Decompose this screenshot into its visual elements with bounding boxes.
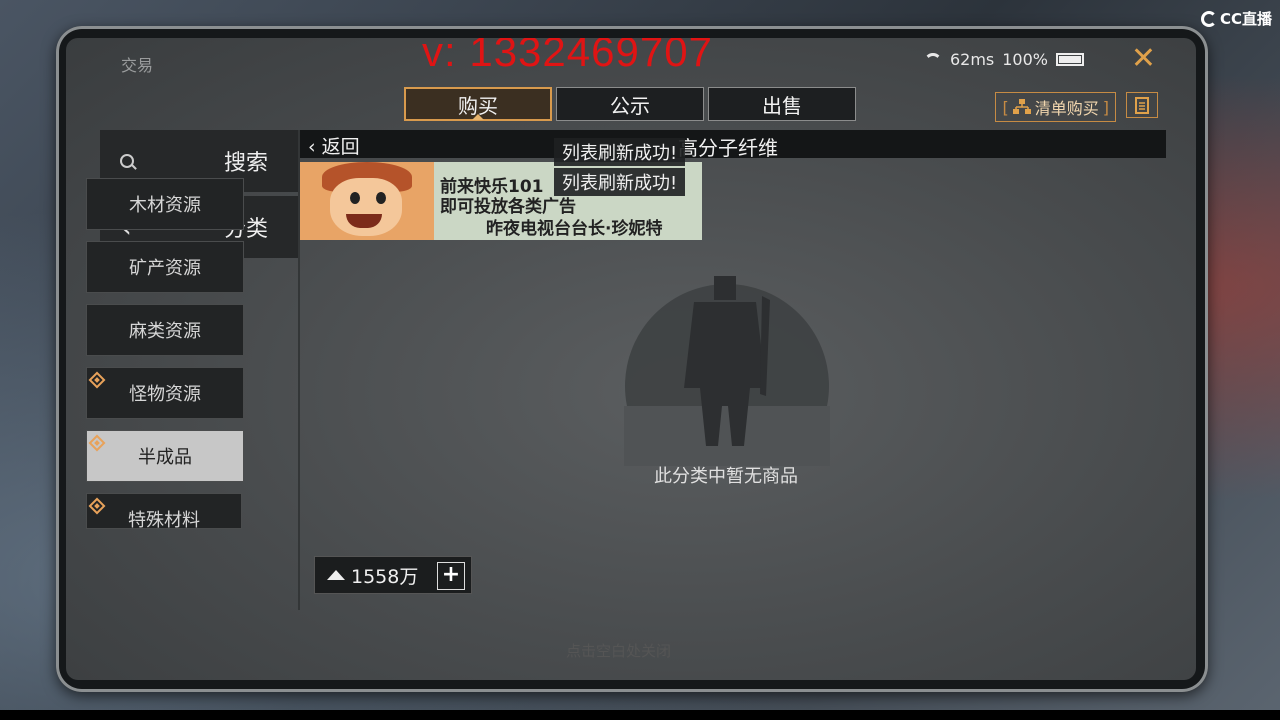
category-list: 木材资源 矿产资源 麻类资源 怪物资源 半成品 特殊材料: [86, 178, 244, 540]
list-buy-button[interactable]: 清单购买: [995, 92, 1116, 122]
category-item-semi-finished[interactable]: 半成品: [86, 430, 244, 482]
watermark-text: v: 1332469707: [422, 38, 713, 75]
silver-icon: [327, 570, 345, 580]
toast-message: 列表刷新成功!: [554, 138, 686, 166]
battery-text: 100%: [1002, 50, 1048, 69]
clipboard-icon: [1135, 97, 1149, 114]
category-item-label: 木材资源: [129, 195, 201, 216]
banner-eye: [350, 192, 360, 204]
wallet-display: 1558万 +: [314, 556, 472, 594]
category-item-label: 特殊材料: [128, 510, 200, 529]
tab-bar: 购买 公示 出售: [404, 87, 856, 121]
category-item-wood[interactable]: 木材资源: [86, 178, 244, 230]
diamond-marker-icon: [88, 497, 106, 515]
hierarchy-icon: [1012, 99, 1031, 114]
trade-screen: 交易 62ms 100% ✕ 购买 公示 出售 清单购买 搜索 ‹: [66, 38, 1196, 680]
list-buy-label: 清单购买: [1034, 99, 1099, 118]
search-icon: [120, 154, 134, 168]
category-item-mineral[interactable]: 矿产资源: [86, 241, 244, 293]
category-item-hemp[interactable]: 麻类资源: [86, 304, 244, 356]
toast-message: 列表刷新成功!: [554, 168, 686, 196]
banner-eye: [376, 192, 386, 204]
category-item-special[interactable]: 特殊材料: [86, 493, 242, 529]
stream-logo-text: CC直播: [1219, 10, 1272, 28]
add-funds-button[interactable]: +: [437, 562, 465, 590]
empty-state-text: 此分类中暂无商品: [654, 466, 798, 487]
window-title: 交易: [121, 56, 154, 75]
ping-text: 62ms: [949, 50, 995, 69]
wallet-amount: 1558万: [351, 565, 419, 588]
wifi-icon: [924, 53, 942, 67]
category-item-label: 矿产资源: [129, 258, 201, 279]
banner-character-image: [300, 162, 434, 240]
content-header: ‹ 返回 高分子纤维: [300, 130, 1166, 160]
category-item-label: 半成品: [138, 447, 192, 468]
category-title: 高分子纤维: [678, 136, 778, 160]
close-hint[interactable]: 点击空白处关闭: [566, 640, 671, 661]
tab-buy[interactable]: 购买: [404, 87, 552, 121]
category-item-monster[interactable]: 怪物资源: [86, 367, 244, 419]
diamond-marker-icon: [88, 371, 106, 389]
back-button[interactable]: ‹ 返回: [308, 132, 360, 159]
banner-line3: 昨夜电视台台长·珍妮特: [486, 219, 663, 239]
tab-sell[interactable]: 出售: [708, 87, 856, 121]
category-item-label: 麻类资源: [129, 321, 201, 342]
status-bar: 62ms 100%: [924, 50, 1084, 69]
stream-logo: CC直播: [1200, 8, 1272, 29]
search-label: 搜索: [223, 151, 268, 176]
empty-silhouette-icon: [624, 276, 830, 466]
close-button[interactable]: ✕: [1131, 44, 1156, 74]
bottom-strip: [0, 710, 1280, 720]
back-label: 返回: [321, 136, 360, 158]
clipboard-button[interactable]: [1126, 92, 1158, 118]
tab-announce[interactable]: 公示: [556, 87, 704, 121]
battery-icon: [1056, 53, 1084, 66]
category-item-label: 怪物资源: [129, 384, 201, 405]
diamond-marker-icon: [88, 434, 106, 452]
cc-logo-icon: [1200, 10, 1217, 27]
